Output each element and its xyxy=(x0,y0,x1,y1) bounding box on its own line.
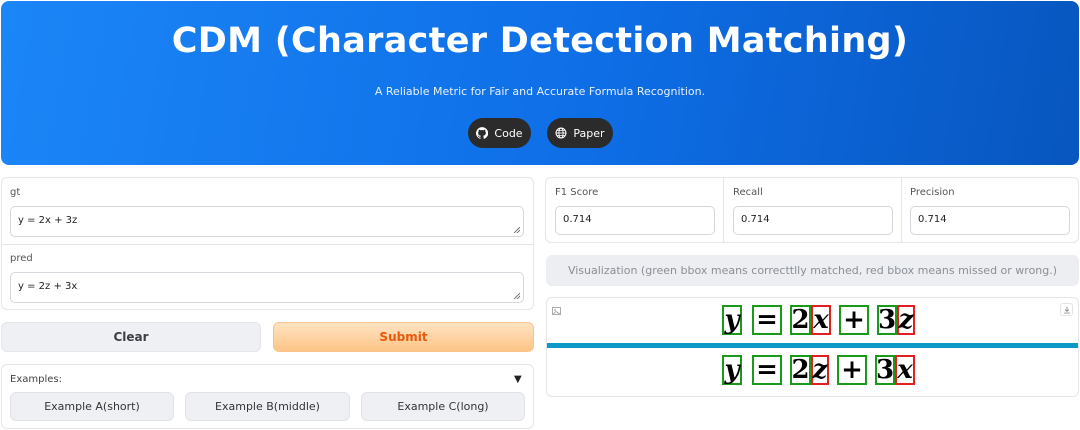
example-c-button[interactable]: Example C(long) xyxy=(361,392,525,421)
code-button[interactable]: Code xyxy=(468,118,531,148)
example-a-button[interactable]: Example A(short) xyxy=(10,392,174,421)
page-subtitle: A Reliable Metric for Fair and Accurate … xyxy=(374,85,706,98)
pred-formula-token: x xyxy=(895,355,915,385)
paper-button-label: Paper xyxy=(573,126,605,140)
paper-button[interactable]: Paper xyxy=(547,118,613,148)
gt-formula-token: 2 xyxy=(790,305,811,335)
precision-value[interactable]: 0.714 xyxy=(910,206,1070,235)
pred-label: pred xyxy=(10,253,33,264)
gt-input-value: y = 2x + 3z xyxy=(18,215,78,226)
divider xyxy=(723,178,724,242)
submit-button[interactable]: Submit xyxy=(273,322,534,352)
formula-divider xyxy=(547,343,1078,348)
pred-input[interactable]: y = 2z + 3x xyxy=(10,272,524,303)
pred-formula-token: z xyxy=(811,355,829,385)
pred-input-value: y = 2z + 3x xyxy=(18,281,78,292)
gt-formula-token: = xyxy=(752,305,782,335)
f1-value[interactable]: 0.714 xyxy=(555,206,715,235)
pred-formula-token: + xyxy=(837,355,867,385)
gt-formula-token: y xyxy=(722,305,742,335)
pred-formula-token: y xyxy=(722,355,742,385)
precision-label: Precision xyxy=(910,187,955,198)
pred-formula-token: 2 xyxy=(790,355,811,385)
globe-icon xyxy=(555,127,567,139)
download-icon xyxy=(1063,306,1070,313)
clear-button[interactable]: Clear xyxy=(1,322,261,352)
divider xyxy=(901,178,902,242)
pred-formula-token: = xyxy=(752,355,782,385)
page-title: CDM (Character Detection Matching) xyxy=(171,21,909,61)
code-button-label: Code xyxy=(494,126,523,140)
resize-handle[interactable] xyxy=(514,227,520,233)
gt-formula-token: + xyxy=(839,305,869,335)
download-button[interactable] xyxy=(1060,303,1073,316)
gt-input[interactable]: y = 2x + 3z xyxy=(10,206,524,237)
recall-value[interactable]: 0.714 xyxy=(733,206,893,235)
examples-label: Examples: xyxy=(10,374,62,385)
gt-formula-token: 3 xyxy=(877,305,897,335)
resize-handle[interactable] xyxy=(514,293,520,299)
header-banner: CDM (Character Detection Matching) A Rel… xyxy=(1,1,1079,165)
gt-label: gt xyxy=(10,187,21,198)
pred-formula-token: 3 xyxy=(875,355,895,385)
f1-label: F1 Score xyxy=(555,187,599,198)
gt-formula-token: z xyxy=(897,305,915,335)
divider xyxy=(2,244,533,245)
example-b-button[interactable]: Example B(middle) xyxy=(185,392,350,421)
recall-label: Recall xyxy=(733,187,763,198)
image-icon xyxy=(552,300,561,315)
gt-formula-token: x xyxy=(811,305,831,335)
collapse-triangle-icon[interactable]: ▼ xyxy=(514,374,522,385)
visualization-title: Visualization (green bbox means correctt… xyxy=(546,255,1079,286)
github-icon xyxy=(476,127,489,139)
